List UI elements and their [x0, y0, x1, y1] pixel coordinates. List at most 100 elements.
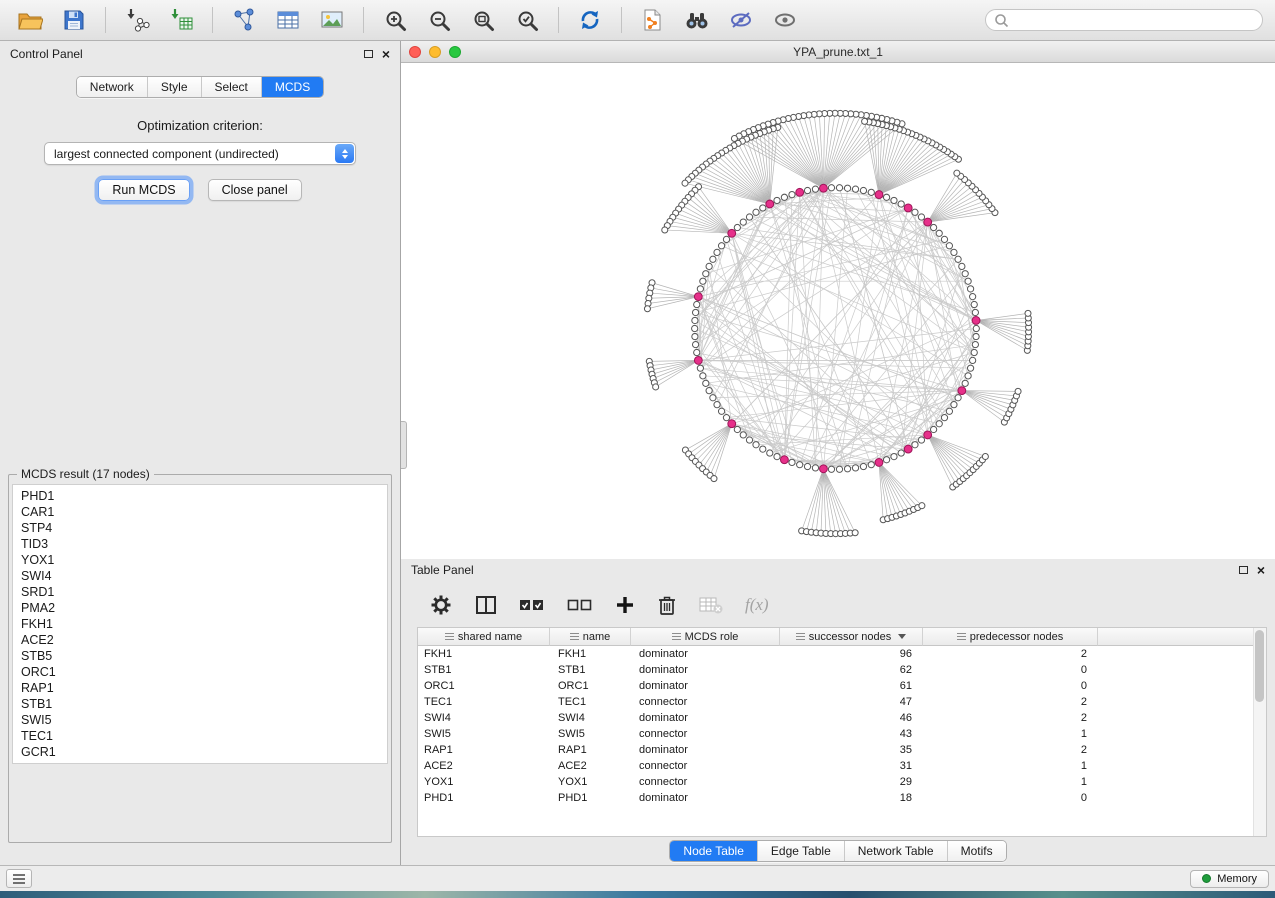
- show-graphics-details-button[interactable]: [767, 4, 803, 36]
- graph-node-mcds[interactable]: [728, 420, 736, 428]
- zoom-selected-button[interactable]: [509, 4, 545, 36]
- graph-node[interactable]: [936, 421, 942, 427]
- run-mcds-button[interactable]: Run MCDS: [98, 179, 189, 201]
- chevron-down-icon[interactable]: [898, 634, 906, 639]
- graph-node[interactable]: [959, 263, 965, 269]
- table-row[interactable]: FKH1FKH1dominator962: [418, 646, 1266, 662]
- graph-node[interactable]: [692, 333, 698, 339]
- graph-node[interactable]: [760, 205, 766, 211]
- table-row[interactable]: ACE2ACE2connector311: [418, 758, 1266, 774]
- tab-style[interactable]: Style: [147, 77, 201, 97]
- function-builder-button[interactable]: f(x): [745, 595, 769, 615]
- graph-node[interactable]: [644, 306, 650, 312]
- show-columns-button[interactable]: [475, 595, 497, 615]
- mcds-node-item[interactable]: SWI5: [13, 712, 387, 728]
- graph-node[interactable]: [973, 333, 979, 339]
- graph-node[interactable]: [1025, 310, 1031, 316]
- mcds-node-item[interactable]: PHD1: [13, 488, 387, 504]
- graph-node[interactable]: [967, 286, 973, 292]
- graph-node[interactable]: [965, 373, 971, 379]
- graph-node[interactable]: [662, 227, 668, 233]
- deselect-all-button[interactable]: [567, 597, 593, 613]
- table-row[interactable]: ORC1ORC1dominator610: [418, 678, 1266, 694]
- graph-node-mcds[interactable]: [904, 445, 912, 453]
- graph-node-mcds[interactable]: [958, 387, 966, 395]
- graph-node-mcds[interactable]: [924, 431, 932, 439]
- search-box[interactable]: [985, 9, 1263, 31]
- search-input[interactable]: [1014, 12, 1254, 28]
- graph-node[interactable]: [812, 186, 818, 192]
- hide-graphics-details-button[interactable]: [723, 4, 759, 36]
- column-header-shared-name[interactable]: shared name: [418, 628, 550, 646]
- table-row[interactable]: YOX1YOX1connector291: [418, 774, 1266, 790]
- graph-node[interactable]: [694, 301, 700, 307]
- graph-node[interactable]: [941, 236, 947, 242]
- tab-network-table[interactable]: Network Table: [844, 841, 947, 861]
- graph-node[interactable]: [653, 384, 659, 390]
- graph-node-mcds[interactable]: [766, 200, 774, 208]
- graph-node[interactable]: [812, 465, 818, 471]
- graph-node[interactable]: [700, 373, 706, 379]
- graph-node[interactable]: [971, 349, 977, 355]
- graph-node[interactable]: [714, 249, 720, 255]
- graph-node[interactable]: [804, 187, 810, 193]
- mcds-node-item[interactable]: ACE2: [13, 632, 387, 648]
- optimization-criterion-select[interactable]: largest connected component (undirected): [44, 142, 356, 165]
- graph-node[interactable]: [930, 426, 936, 432]
- tab-edge-table[interactable]: Edge Table: [757, 841, 844, 861]
- graph-node[interactable]: [970, 294, 976, 300]
- graph-node[interactable]: [836, 466, 842, 472]
- mcds-node-item[interactable]: SRD1: [13, 584, 387, 600]
- graph-node[interactable]: [951, 402, 957, 408]
- graph-node-mcds[interactable]: [904, 204, 912, 212]
- graph-node[interactable]: [862, 118, 868, 124]
- graph-node[interactable]: [692, 317, 698, 323]
- network-titlebar[interactable]: YPA_prune.txt_1: [401, 41, 1275, 63]
- graph-node[interactable]: [710, 256, 716, 262]
- graph-node[interactable]: [972, 309, 978, 315]
- graph-node[interactable]: [774, 453, 780, 459]
- graph-node[interactable]: [936, 230, 942, 236]
- mcds-node-item[interactable]: YOX1: [13, 552, 387, 568]
- minimize-window-icon[interactable]: [429, 46, 441, 58]
- open-session-button[interactable]: [12, 4, 48, 36]
- mcds-node-item[interactable]: STB5: [13, 648, 387, 664]
- graph-node[interactable]: [711, 476, 717, 482]
- close-panel-button[interactable]: Close panel: [208, 179, 302, 201]
- graph-node[interactable]: [697, 286, 703, 292]
- graph-node[interactable]: [912, 209, 918, 215]
- mcds-node-item[interactable]: STP4: [13, 520, 387, 536]
- mcds-node-item[interactable]: ORC1: [13, 664, 387, 680]
- mcds-node-item[interactable]: TID3: [13, 536, 387, 552]
- mcds-node-item[interactable]: RAP1: [13, 680, 387, 696]
- graph-node[interactable]: [718, 408, 724, 414]
- graph-node[interactable]: [891, 197, 897, 203]
- graph-node[interactable]: [852, 186, 858, 192]
- graph-node[interactable]: [753, 442, 759, 448]
- graph-node[interactable]: [912, 442, 918, 448]
- graph-node[interactable]: [706, 388, 712, 394]
- graph-node[interactable]: [941, 415, 947, 421]
- mcds-node-item[interactable]: SWI4: [13, 568, 387, 584]
- graph-node[interactable]: [718, 243, 724, 249]
- column-header-name[interactable]: name: [550, 628, 631, 646]
- graph-node[interactable]: [692, 341, 698, 347]
- graph-node-mcds[interactable]: [875, 191, 883, 199]
- graph-node-mcds[interactable]: [820, 184, 828, 192]
- float-panel-icon[interactable]: [364, 50, 373, 58]
- graph-node[interactable]: [703, 380, 709, 386]
- import-network-button[interactable]: [119, 4, 155, 36]
- select-all-button[interactable]: [519, 597, 545, 613]
- column-header-successor-nodes[interactable]: successor nodes: [780, 628, 923, 646]
- graph-node[interactable]: [746, 214, 752, 220]
- graph-node[interactable]: [700, 278, 706, 284]
- node-table[interactable]: shared namenameMCDS rolesuccessor nodesp…: [417, 627, 1267, 837]
- delete-column-button[interactable]: [657, 594, 677, 616]
- zoom-in-button[interactable]: [377, 4, 413, 36]
- graph-node[interactable]: [982, 454, 988, 460]
- column-header-predecessor-nodes[interactable]: predecessor nodes: [923, 628, 1098, 646]
- graph-node[interactable]: [828, 466, 834, 472]
- new-table-button[interactable]: [270, 4, 306, 36]
- graph-node[interactable]: [753, 209, 759, 215]
- zoom-fit-button[interactable]: [465, 4, 501, 36]
